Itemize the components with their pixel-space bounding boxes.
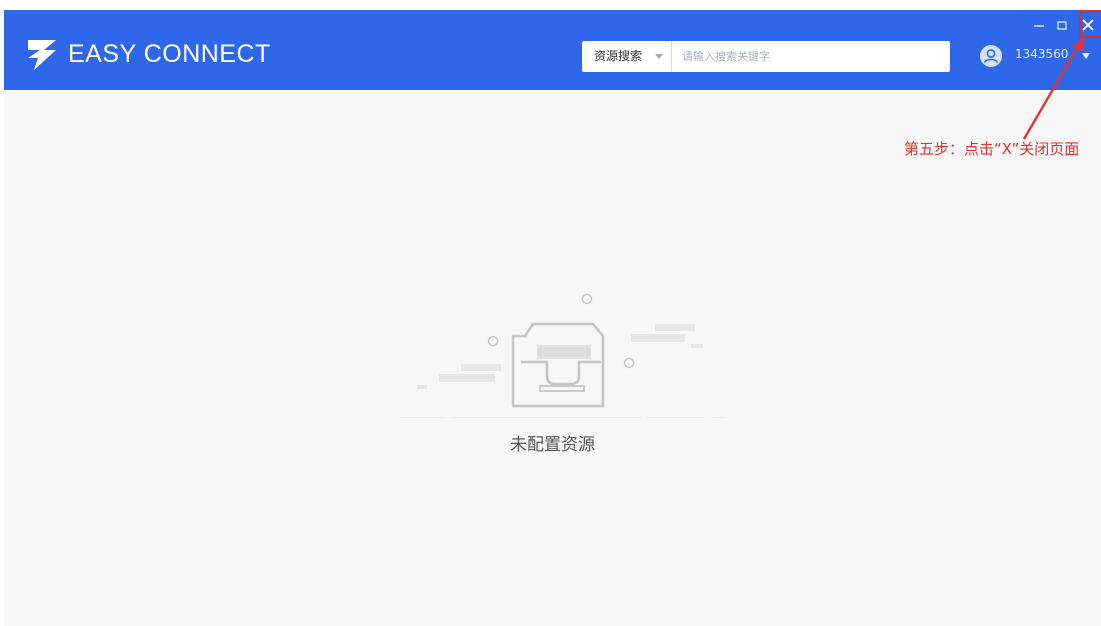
close-highlight-box bbox=[1079, 10, 1101, 38]
search-type-select[interactable]: 资源搜索 bbox=[582, 41, 672, 72]
caret-down-icon bbox=[655, 54, 663, 59]
search-input[interactable] bbox=[674, 41, 952, 72]
empty-tray-icon bbox=[401, 293, 725, 418]
header-bar: EASY CONNECT 资源搜索 1343560 bbox=[4, 10, 1101, 90]
empty-state-text: 未配置资源 bbox=[510, 435, 595, 455]
app-title: EASY CONNECT bbox=[68, 40, 271, 68]
minimize-button[interactable] bbox=[1028, 14, 1050, 36]
step-annotation: 第五步：点击“X”关闭页面 bbox=[904, 140, 1080, 158]
user-avatar-icon[interactable] bbox=[980, 45, 1002, 67]
maximize-button[interactable] bbox=[1051, 14, 1073, 36]
annotation-arrow-icon bbox=[1022, 37, 1084, 140]
search-type-label: 资源搜索 bbox=[594, 49, 643, 63]
easyconnect-window: EASY CONNECT 资源搜索 1343560 bbox=[4, 10, 1101, 626]
logo-icon bbox=[28, 40, 56, 70]
search-box: 资源搜索 bbox=[582, 41, 952, 72]
minimize-icon bbox=[1034, 25, 1044, 27]
maximize-icon bbox=[1057, 21, 1067, 30]
top-cropped-strip bbox=[0, 0, 1101, 10]
